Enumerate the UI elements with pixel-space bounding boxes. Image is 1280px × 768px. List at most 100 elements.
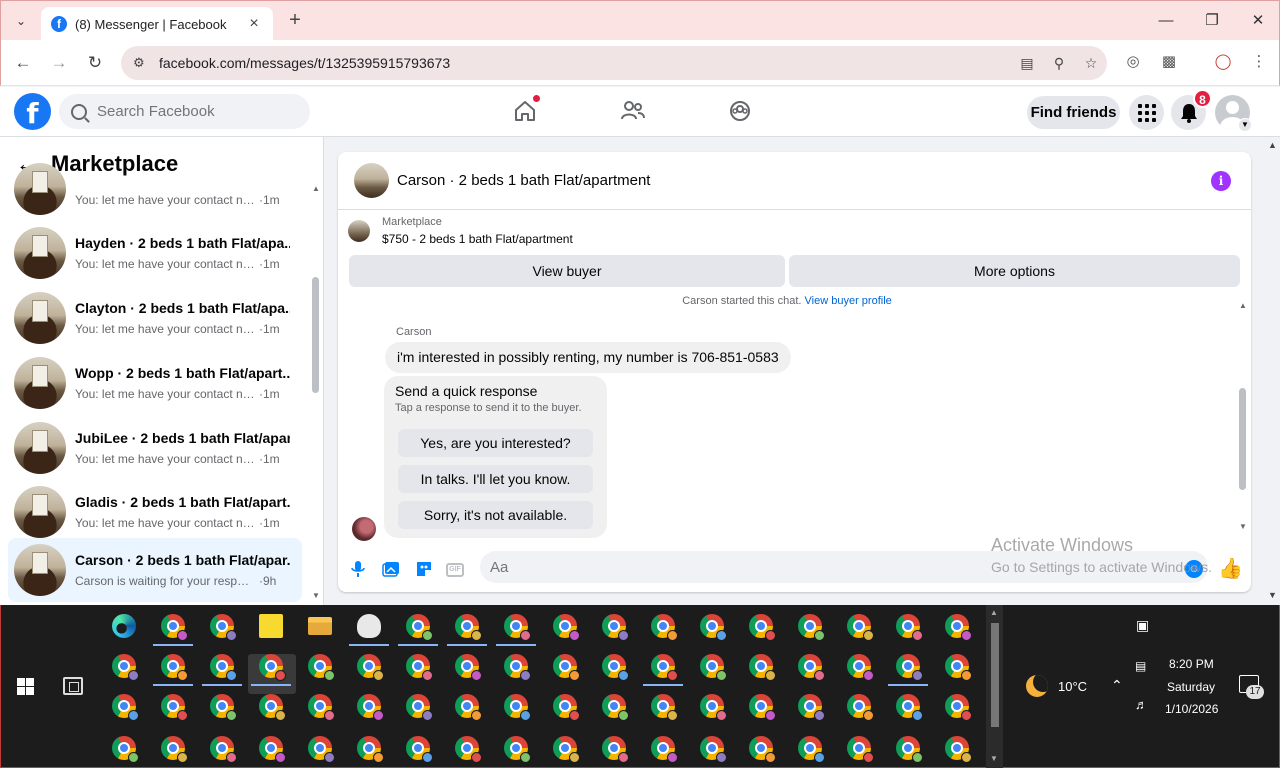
chrome-taskbar-icon[interactable] <box>700 736 727 763</box>
restore-button[interactable]: ❐ <box>1197 9 1227 33</box>
new-tab-button[interactable]: + <box>283 9 307 33</box>
chrome-taskbar-icon[interactable] <box>847 614 874 641</box>
chrome-taskbar-icon[interactable] <box>700 694 727 721</box>
more-options-button[interactable]: More options <box>789 255 1240 287</box>
chrome-taskbar-icon[interactable] <box>749 694 776 721</box>
chrome-taskbar-icon[interactable] <box>406 614 433 641</box>
chrome-taskbar-icon[interactable] <box>504 736 531 763</box>
edge-taskbar-icon[interactable] <box>112 614 136 638</box>
chrome-taskbar-icon[interactable] <box>553 694 580 721</box>
chrome-taskbar-icon[interactable] <box>945 654 972 681</box>
taskbar-scrollbar[interactable]: ▲ ▼ <box>986 605 1003 768</box>
chrome-taskbar-icon[interactable] <box>602 736 629 763</box>
tray-chevron-up-icon[interactable]: ⌃ <box>1111 677 1123 694</box>
scroll-up-icon[interactable]: ▲ <box>312 184 320 193</box>
view-buyer-profile-link[interactable]: View buyer profile <box>805 295 892 307</box>
chrome-taskbar-icon[interactable] <box>553 614 580 641</box>
chrome-taskbar-icon[interactable] <box>357 654 384 681</box>
menu-grid-button[interactable] <box>1129 95 1164 130</box>
quick-reply-yes-button[interactable]: Yes, are you interested? <box>398 429 593 457</box>
chrome-taskbar-icon[interactable] <box>308 736 335 763</box>
chrome-taskbar-icon[interactable] <box>259 694 286 721</box>
conversation-item[interactable]: Hayden · 2 beds 1 bath Flat/apa... You: … <box>8 221 302 285</box>
chrome-taskbar-icon[interactable] <box>161 694 188 721</box>
scroll-up-icon[interactable]: ▲ <box>1239 301 1247 310</box>
page-scroll-up-icon[interactable]: ▲ <box>1268 140 1277 150</box>
conversation-item[interactable]: Gladis · 2 beds 1 bath Flat/apart... You… <box>8 480 302 544</box>
chat-listing-avatar[interactable] <box>354 163 389 198</box>
chrome-taskbar-icon[interactable] <box>210 736 237 763</box>
address-bar[interactable]: ⚙ facebook.com/messages/t/13253959157936… <box>121 46 1107 80</box>
chrome-taskbar-icon[interactable] <box>357 736 384 763</box>
conversation-item[interactable]: You: let me have your contact nu... ·1m <box>8 157 302 221</box>
chrome-taskbar-icon[interactable] <box>455 614 482 641</box>
chrome-taskbar-icon[interactable] <box>259 736 286 763</box>
task-view-icon[interactable] <box>63 677 83 695</box>
chrome-taskbar-icon[interactable] <box>406 736 433 763</box>
site-info-icon[interactable]: ⚙ <box>133 55 155 71</box>
chrome-taskbar-icon[interactable] <box>945 614 972 641</box>
emoji-icon[interactable]: ☺ <box>1185 560 1203 578</box>
chrome-taskbar-icon[interactable] <box>749 736 776 763</box>
scroll-up-icon[interactable]: ▲ <box>990 608 998 617</box>
photo-icon[interactable] <box>380 558 402 580</box>
browser-menu-icon[interactable]: ⋮ <box>1247 52 1271 74</box>
folder-taskbar-icon[interactable] <box>308 617 332 635</box>
chrome-taskbar-icon[interactable] <box>945 736 972 763</box>
chrome-taskbar-icon[interactable] <box>798 694 825 721</box>
back-button[interactable]: ← <box>10 50 36 76</box>
chrome-taskbar-icon[interactable] <box>455 654 482 681</box>
bookmark-star-icon[interactable]: ☆ <box>1075 55 1107 72</box>
chrome-taskbar-icon[interactable] <box>896 736 923 763</box>
profile-icon[interactable]: ◯ <box>1211 52 1235 74</box>
zoom-icon[interactable]: ⚲ <box>1043 55 1075 72</box>
conversation-item[interactable]: Wopp · 2 beds 1 bath Flat/apart... You: … <box>8 351 302 415</box>
chrome-taskbar-icon[interactable] <box>259 654 286 681</box>
clock-day[interactable]: Saturday <box>1167 680 1215 694</box>
windows-start-icon[interactable] <box>17 678 34 695</box>
home-icon[interactable] <box>511 95 540 125</box>
minimize-button[interactable]: — <box>1151 9 1181 33</box>
like-thumbs-up-icon[interactable]: 👍 <box>1218 556 1243 581</box>
search-bar[interactable] <box>59 94 310 129</box>
chrome-taskbar-icon[interactable] <box>553 654 580 681</box>
meet-now-icon[interactable]: ▣ <box>1136 617 1149 634</box>
chrome-taskbar-icon[interactable] <box>210 614 237 641</box>
find-friends-button[interactable]: Find friends <box>1027 96 1120 129</box>
chrome-taskbar-icon[interactable] <box>798 736 825 763</box>
tab-search-icon[interactable]: ⌄ <box>9 9 33 33</box>
view-buyer-button[interactable]: View buyer <box>349 255 785 287</box>
paint-taskbar-icon[interactable] <box>357 614 381 638</box>
chrome-taskbar-icon[interactable] <box>161 614 188 641</box>
chrome-taskbar-icon[interactable] <box>406 694 433 721</box>
extensions-icon[interactable]: ▩ <box>1157 52 1181 74</box>
chrome-taskbar-icon[interactable] <box>700 654 727 681</box>
conversation-item-active[interactable]: Carson · 2 beds 1 bath Flat/apar... Cars… <box>8 538 302 602</box>
conversation-item[interactable]: JubiLee · 2 beds 1 bath Flat/apar... You… <box>8 416 302 480</box>
chrome-taskbar-icon[interactable] <box>602 694 629 721</box>
install-app-icon[interactable]: ▤ <box>1011 55 1043 72</box>
conversation-item[interactable]: Clayton · 2 beds 1 bath Flat/apa... You:… <box>8 286 302 350</box>
scroll-down-icon[interactable]: ▼ <box>312 591 320 600</box>
info-icon[interactable]: i <box>1211 171 1231 191</box>
chrome-taskbar-icon[interactable] <box>602 614 629 641</box>
chrome-taskbar-icon[interactable] <box>945 694 972 721</box>
chat-scrollbar[interactable] <box>1239 388 1246 490</box>
chrome-taskbar-icon[interactable] <box>798 654 825 681</box>
sticker-icon[interactable] <box>413 558 435 580</box>
conversation-list-scrollbar[interactable] <box>312 277 319 393</box>
friends-icon[interactable] <box>619 97 647 125</box>
chrome-taskbar-icon[interactable] <box>651 614 678 641</box>
chrome-taskbar-icon[interactable] <box>504 654 531 681</box>
chrome-taskbar-icon[interactable] <box>161 654 188 681</box>
sticky-taskbar-icon[interactable] <box>259 614 283 638</box>
reload-button[interactable]: ↻ <box>82 50 108 76</box>
notifications-button[interactable]: 8 <box>1171 89 1212 130</box>
forward-button[interactable]: → <box>46 50 72 76</box>
chrome-taskbar-icon[interactable] <box>308 694 335 721</box>
chrome-taskbar-icon[interactable] <box>406 654 433 681</box>
chrome-taskbar-icon[interactable] <box>896 614 923 641</box>
chrome-taskbar-icon[interactable] <box>847 654 874 681</box>
chrome-taskbar-icon[interactable] <box>455 694 482 721</box>
page-scroll-down-icon[interactable]: ▼ <box>1268 590 1277 600</box>
